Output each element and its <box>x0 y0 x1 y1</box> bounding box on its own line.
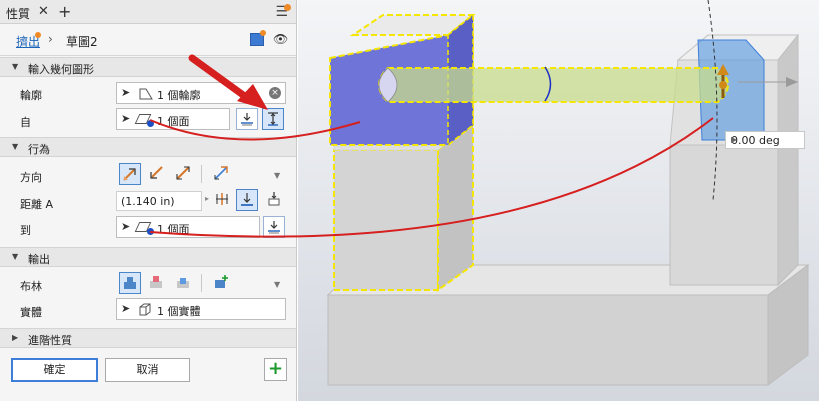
properties-panel: 性質 ✕ + ☰ 擠出 › 草圖2 👁 ▼ 輸入幾何圖形 輪廓 ➤ 1 個輪廓 … <box>0 0 297 401</box>
left-block-front[interactable] <box>333 149 439 291</box>
section-behavior[interactable]: ▼ 行為 <box>0 137 296 157</box>
profile-count: 1 個輪廓 <box>157 89 201 102</box>
new-solid-icon <box>215 275 228 288</box>
cancel-button[interactable]: 取消 <box>105 358 190 382</box>
boolean-dropdown-icon[interactable]: ▼ <box>274 280 280 289</box>
breadcrumb-sketch[interactable]: 草圖2 <box>66 33 98 50</box>
to-face-selector[interactable]: ➤ 1 個面 <box>116 216 260 238</box>
direction-flipped-icon <box>150 166 163 179</box>
selected-indicator-dot <box>147 120 154 127</box>
panel-tab-bar: 性質 ✕ + ☰ <box>0 0 296 24</box>
manipulator-handle[interactable] <box>719 81 727 89</box>
section-advanced[interactable]: ▶ 進階性質 <box>0 328 296 348</box>
cube-badge-dot <box>260 30 266 36</box>
to-face-count: 1 個面 <box>157 223 190 236</box>
from-face-selector[interactable]: ➤ 1 個面 <box>116 108 230 130</box>
to-next-icon <box>268 192 280 206</box>
distance-input[interactable]: (1.140 in) <box>116 191 202 211</box>
direction-dropdown-icon[interactable]: ▼ <box>274 171 280 180</box>
direction-label: 方向 <box>20 171 42 184</box>
visibility-eye-icon[interactable]: 👁 <box>273 32 288 46</box>
intersect-icon <box>177 278 189 288</box>
add-tab-icon[interactable]: + <box>58 2 71 21</box>
section-input-geometry[interactable]: ▼ 輸入幾何圖形 <box>0 57 296 77</box>
breadcrumb-separator: › <box>48 32 53 46</box>
from-extend-button[interactable] <box>262 108 284 130</box>
profile-shape-icon <box>139 88 153 100</box>
to-label: 到 <box>20 224 31 237</box>
angle-input[interactable]: 0.00 deg ▶ <box>725 131 805 149</box>
toolbar-divider <box>201 274 202 292</box>
distance-label: 距離 A <box>20 198 54 211</box>
distance-mode-icon <box>216 193 228 205</box>
notification-dot <box>284 4 291 11</box>
new-solid-button[interactable] <box>212 273 232 293</box>
direction-symmetric-icon <box>176 166 190 180</box>
toolbar-divider <box>201 165 202 183</box>
model-scene[interactable] <box>298 0 819 401</box>
direction-asymmetric-icon <box>214 166 228 180</box>
select-cursor-icon: ➤ <box>121 112 131 125</box>
distance-value: (1.140 in) <box>121 195 175 208</box>
extrusion-preview[interactable] <box>378 67 729 103</box>
to-face-mode-button[interactable] <box>236 189 258 211</box>
distance-dropdown-icon[interactable]: ▸ <box>205 194 209 203</box>
boolean-join-button[interactable] <box>119 272 141 294</box>
right-tower-front[interactable] <box>669 144 779 286</box>
extend-height-icon <box>268 112 278 126</box>
close-icon[interactable]: ✕ <box>38 4 49 19</box>
direction-default-icon <box>123 168 136 181</box>
direction-flipped-button[interactable] <box>147 164 167 184</box>
collapse-triangle-icon: ▼ <box>12 62 19 71</box>
from-face-count: 1 個面 <box>157 115 190 128</box>
boolean-intersect-button[interactable] <box>174 273 194 293</box>
join-icon <box>124 277 136 289</box>
solid-selector[interactable]: ➤ 1 個實體 <box>116 298 286 320</box>
boolean-label: 布林 <box>20 280 42 293</box>
solid-body-icon <box>139 303 151 316</box>
profile-selector[interactable]: ➤ 1 個輪廓 × <box>116 82 286 104</box>
model-viewport[interactable]: 0.00 deg ▶ <box>298 0 819 401</box>
collapse-triangle-icon: ▼ <box>12 142 19 151</box>
section-title: 進階性質 <box>28 334 72 347</box>
selected-indicator-dot <box>147 228 154 235</box>
to-offset-button[interactable] <box>263 216 285 238</box>
to-next-mode-button[interactable] <box>265 190 285 210</box>
base-front-face[interactable] <box>327 294 769 386</box>
section-title: 輸出 <box>28 253 50 266</box>
ok-button[interactable]: 確定 <box>11 358 98 382</box>
section-title: 行為 <box>28 143 50 156</box>
boolean-cut-button[interactable] <box>147 273 167 293</box>
section-output[interactable]: ▼ 輸出 <box>0 247 296 267</box>
select-cursor-icon: ➤ <box>121 86 131 99</box>
offset-plane-icon <box>268 221 280 234</box>
direction-symmetric-button[interactable] <box>174 164 194 184</box>
collapse-triangle-icon: ▼ <box>12 252 19 261</box>
to-face-icon <box>241 193 253 206</box>
direction-asymmetric-button[interactable] <box>212 164 232 184</box>
section-title: 輸入幾何圖形 <box>28 63 94 76</box>
solid-label: 實體 <box>20 306 42 319</box>
clear-selection-icon[interactable]: × <box>269 87 281 99</box>
tab-properties[interactable]: 性質 <box>6 5 30 22</box>
profile-label: 輪廓 <box>20 89 42 102</box>
angle-expand-icon[interactable]: ▶ <box>731 135 800 144</box>
expand-triangle-icon: ▶ <box>12 333 19 342</box>
from-offset-button[interactable] <box>236 108 258 130</box>
offset-plane-icon <box>241 113 253 126</box>
breadcrumb: 擠出 › 草圖2 👁 <box>0 24 296 56</box>
from-label: 自 <box>20 116 31 129</box>
right-tower-side[interactable] <box>777 33 799 287</box>
select-cursor-icon: ➤ <box>121 220 131 233</box>
direction-default-button[interactable] <box>119 163 141 185</box>
warning-dot <box>35 32 41 38</box>
distance-mode-button[interactable] <box>213 190 233 210</box>
solid-count: 1 個實體 <box>157 305 201 318</box>
select-cursor-icon: ➤ <box>121 302 131 315</box>
apply-and-new-button[interactable]: + <box>264 358 287 381</box>
cut-icon <box>150 276 162 288</box>
